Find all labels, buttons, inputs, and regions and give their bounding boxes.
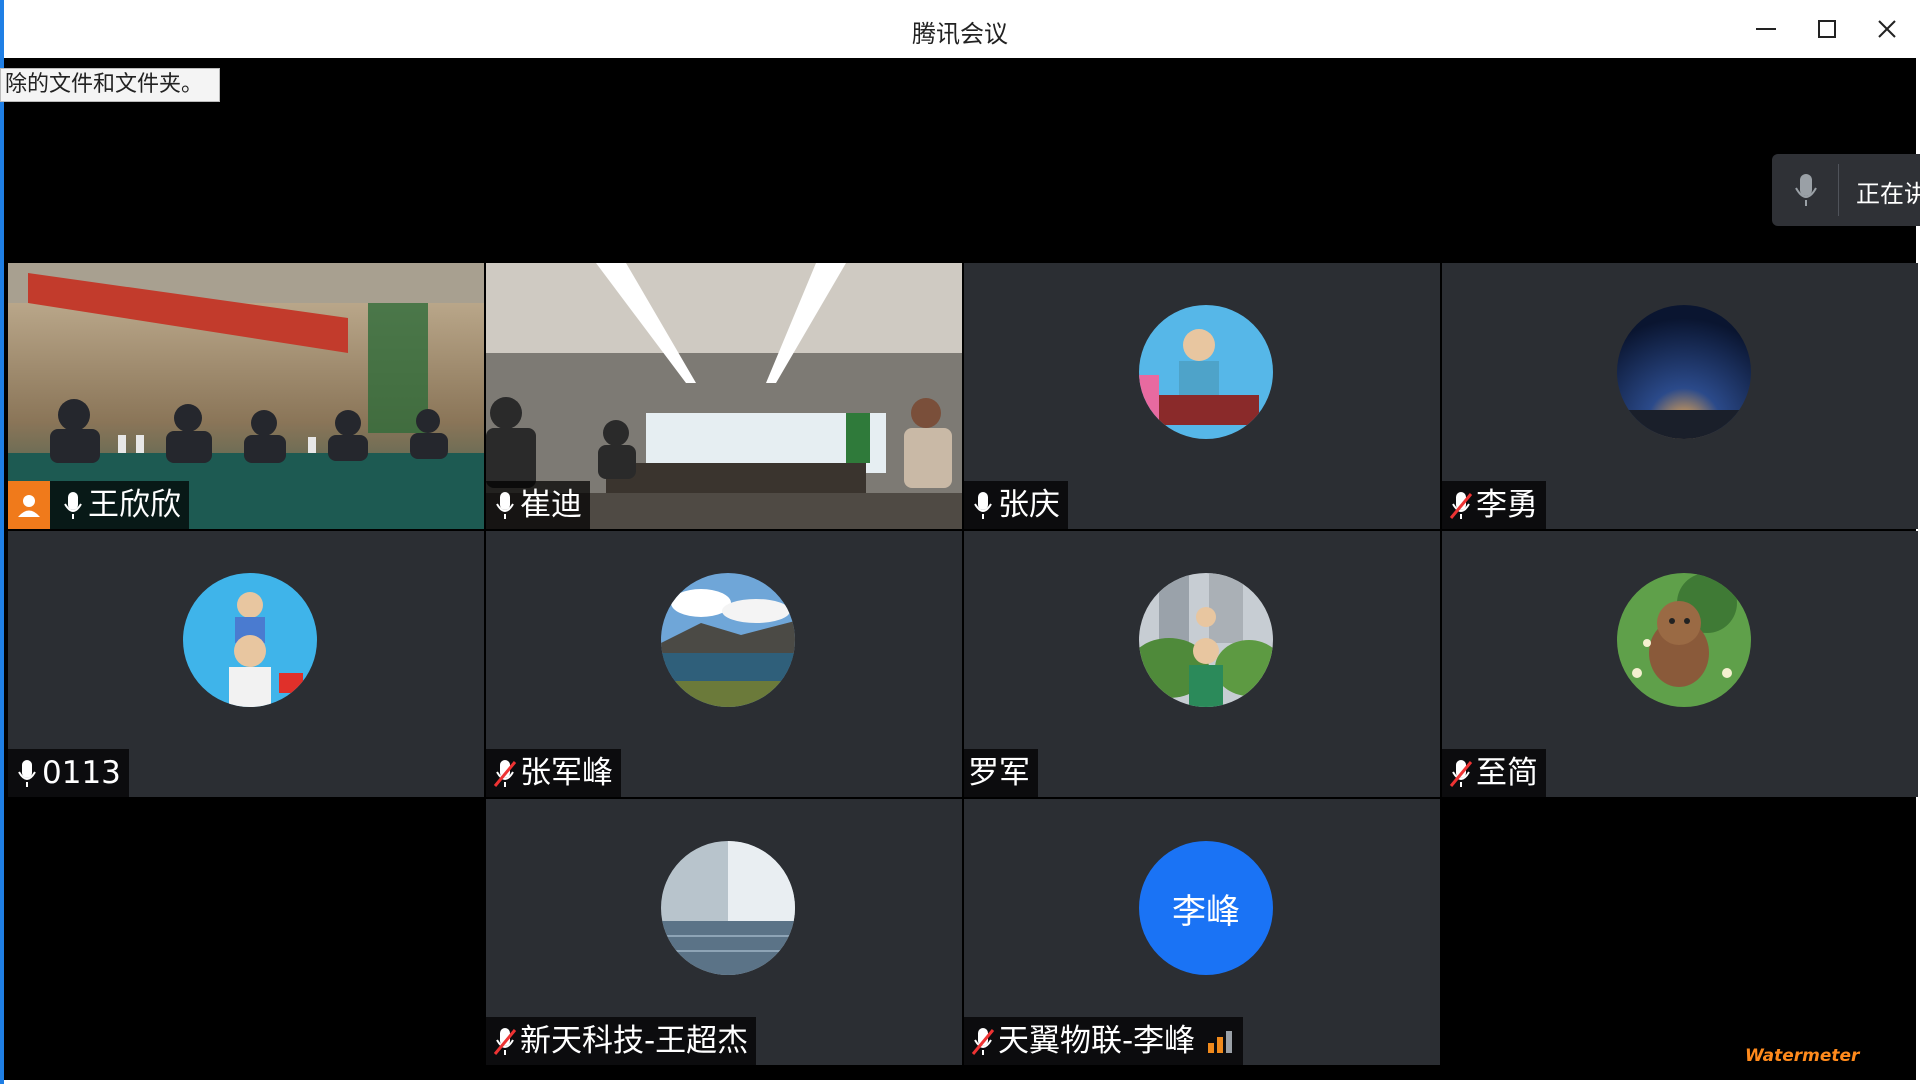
close-icon: [1878, 20, 1896, 38]
participant-name: 天翼物联-李峰: [998, 1023, 1196, 1059]
participant-avatar: [1139, 573, 1273, 707]
participant-tile[interactable]: 至简: [1442, 531, 1918, 797]
participant-avatar: [661, 573, 795, 707]
participant-tile[interactable]: 罗军: [964, 531, 1440, 797]
avatar-initials: 李峰: [1172, 891, 1240, 932]
mic-muted-icon: [490, 753, 520, 793]
participant-name: 0113: [42, 755, 121, 791]
participant-name: 张军峰: [520, 755, 613, 791]
participant-tile[interactable]: 张庆: [964, 263, 1440, 529]
participant-label: 罗军: [964, 749, 1038, 797]
mic-muted-icon: [1446, 753, 1476, 793]
minimize-button[interactable]: [1749, 12, 1783, 46]
participant-name: 新天科技-王超杰: [520, 1023, 749, 1059]
mic-muted-icon: [968, 1021, 998, 1061]
participant-tile[interactable]: 王欣欣: [8, 263, 484, 529]
participant-avatar: [661, 841, 795, 975]
participant-tile[interactable]: 崔迪: [486, 263, 962, 529]
participant-name: 王欣欣: [88, 487, 181, 523]
participant-tile[interactable]: 新天科技-王超杰: [486, 799, 962, 1065]
participant-label: 天翼物联-李峰: [964, 1017, 1244, 1065]
mic-icon: [12, 753, 42, 793]
window-edge: [0, 0, 4, 1084]
minimize-icon: [1756, 28, 1776, 30]
participant-label: 张庆: [964, 481, 1068, 529]
participant-label: 至简: [1442, 749, 1546, 797]
watermark: Watermeter: [1745, 1046, 1860, 1066]
participant-avatar: [1617, 305, 1751, 439]
mic-muted-icon: [490, 1021, 520, 1061]
tooltip: 除的文件和文件夹。: [0, 68, 221, 102]
participant-avatar: [1139, 305, 1273, 439]
participant-tile[interactable]: 0113: [8, 531, 484, 797]
mic-icon: [58, 485, 88, 525]
participant-avatar: [1617, 573, 1751, 707]
speaking-indicator[interactable]: 正在讲: [1772, 154, 1920, 226]
video-grid-area: 王欣欣 崔迪 张庆 李勇 0113 张军峰 罗军 至简 新天科技-王超杰 李峰 …: [4, 58, 1918, 1080]
mic-icon: [1795, 174, 1817, 206]
participant-tile[interactable]: 李勇: [1442, 263, 1918, 529]
participant-name: 崔迪: [520, 487, 582, 523]
host-icon: [8, 481, 50, 529]
participant-label: 崔迪: [486, 481, 590, 529]
maximize-button[interactable]: [1810, 12, 1844, 46]
separator: [1838, 164, 1839, 216]
speaking-text: 正在讲: [1856, 180, 1920, 208]
maximize-icon: [1818, 20, 1836, 38]
meeting-window: 腾讯会议 王欣欣 崔迪 张庆 李勇 0113 张军峰 罗军 至简 新天科技-王超…: [0, 0, 1920, 1084]
participant-label: 王欣欣: [8, 481, 189, 529]
title-bar: 腾讯会议: [0, 0, 1920, 58]
participant-label: 新天科技-王超杰: [486, 1017, 757, 1065]
participant-label: 李勇: [1442, 481, 1546, 529]
mic-muted-icon: [1446, 485, 1476, 525]
window-title: 腾讯会议: [912, 20, 1008, 48]
participant-name: 罗军: [968, 755, 1030, 791]
signal-strength-icon: [1205, 1021, 1235, 1061]
participant-name: 李勇: [1476, 487, 1538, 523]
participant-avatar: 李峰: [1139, 841, 1273, 975]
mic-icon: [490, 485, 520, 525]
participant-tile[interactable]: 李峰 天翼物联-李峰: [964, 799, 1440, 1065]
participant-name: 至简: [1476, 755, 1538, 791]
participant-tile[interactable]: 张军峰: [486, 531, 962, 797]
mic-icon: [968, 485, 998, 525]
participant-label: 0113: [8, 749, 129, 797]
participant-avatar: [183, 573, 317, 707]
close-button[interactable]: [1870, 12, 1904, 46]
participant-name: 张庆: [998, 487, 1060, 523]
participant-label: 张军峰: [486, 749, 621, 797]
